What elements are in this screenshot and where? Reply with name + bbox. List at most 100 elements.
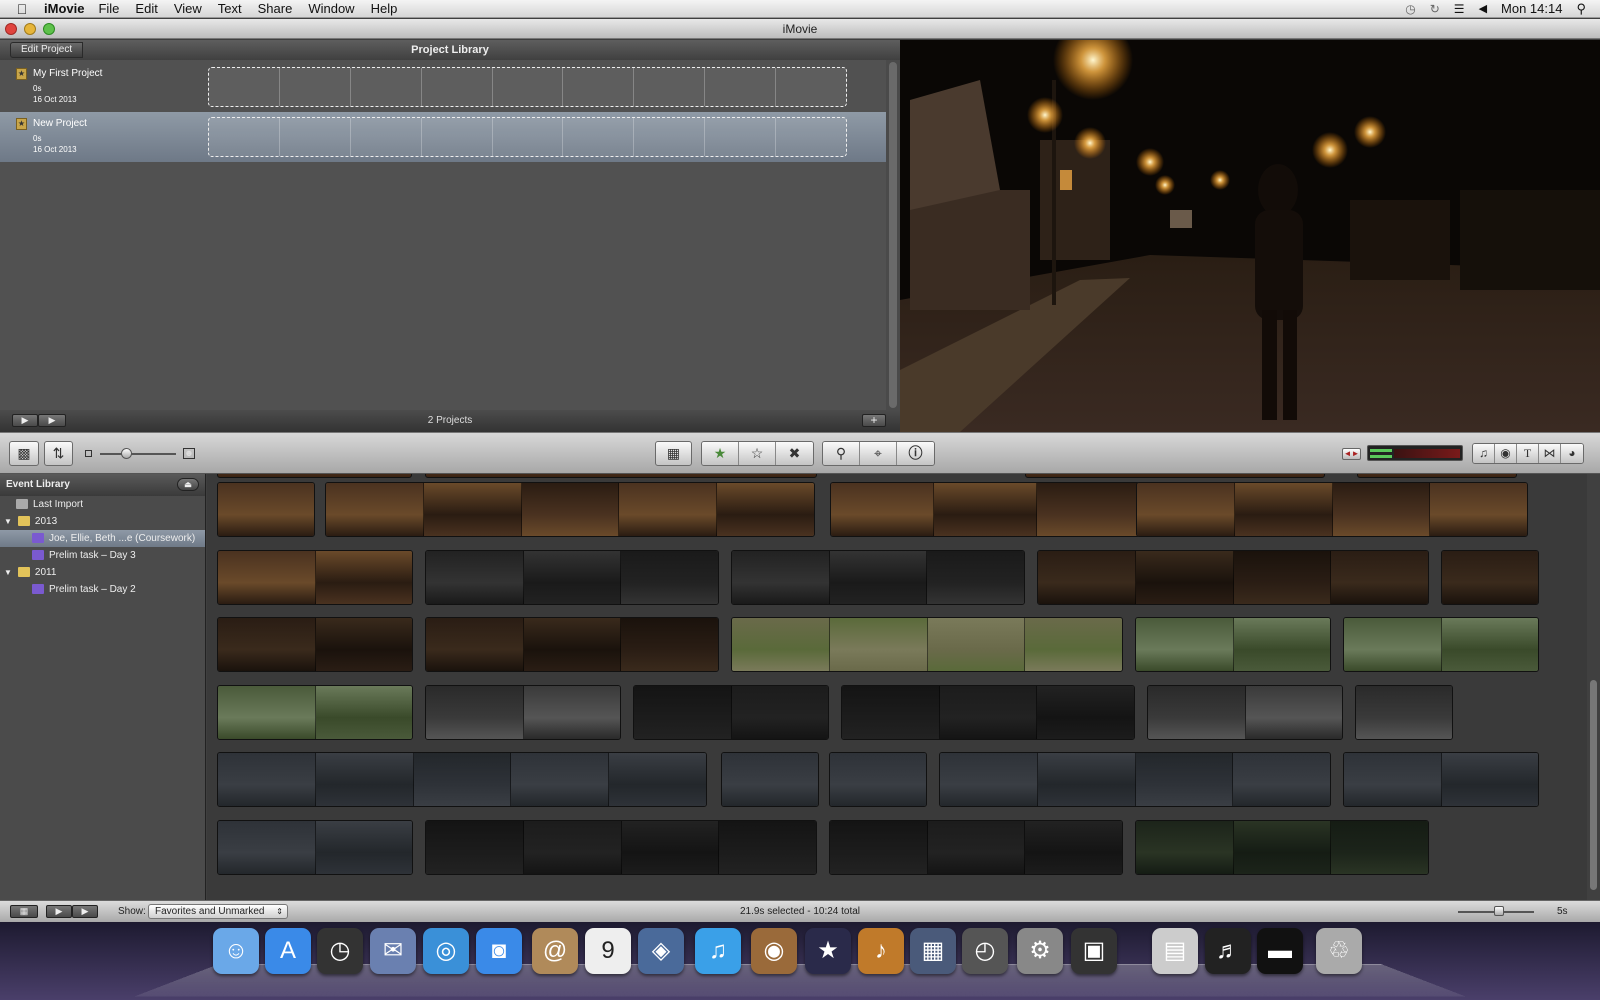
video-clip[interactable] [731, 617, 1123, 672]
play-fullscreen-button[interactable]: ▶ [12, 414, 38, 427]
disclosure-triangle-icon[interactable]: ▼ [4, 517, 12, 526]
video-clip[interactable] [425, 820, 817, 875]
add-project-button[interactable]: + [862, 414, 886, 427]
video-clip[interactable] [1025, 474, 1325, 478]
video-clip[interactable] [1357, 474, 1517, 478]
video-clip[interactable] [1441, 550, 1539, 605]
video-clip[interactable] [633, 685, 829, 740]
event-item-coursework[interactable]: Joe, Ellie, Beth ...e (Coursework) [0, 530, 205, 547]
video-clip[interactable] [425, 685, 621, 740]
menu-view[interactable]: View [174, 1, 202, 16]
iphoto-booth-icon[interactable]: ◈ [638, 928, 684, 974]
title-icon[interactable]: T [1517, 444, 1539, 463]
app-menu[interactable]: iMovie [44, 1, 84, 16]
photo-icon[interactable]: ◉ [1495, 444, 1517, 463]
wifi-icon[interactable]: ☰ [1454, 2, 1465, 16]
minimize-window-icon[interactable] [24, 23, 36, 35]
menu-help[interactable]: Help [371, 1, 398, 16]
menu-window[interactable]: Window [308, 1, 354, 16]
music-folder-icon[interactable]: ♬ [1205, 928, 1251, 974]
video-clip[interactable] [841, 685, 1135, 740]
itunes-icon[interactable]: ♫ [695, 928, 741, 974]
project-row-selected[interactable]: ★ New Project 0s 16 Oct 2013 [0, 112, 886, 162]
transition-icon[interactable]: ⋈ [1539, 444, 1561, 463]
video-clip[interactable] [1355, 685, 1453, 740]
favorite-star-icon[interactable]: ★ [702, 442, 739, 465]
video-clip[interactable] [425, 550, 719, 605]
video-clip[interactable] [425, 474, 817, 478]
project-row[interactable]: ★ My First Project 0s 16 Oct 2013 [0, 62, 886, 112]
info-icon[interactable]: ⓘ [897, 442, 934, 465]
video-clip[interactable] [721, 752, 819, 807]
video-clip[interactable] [1136, 482, 1528, 537]
video-clip[interactable] [217, 820, 413, 875]
play-button[interactable]: ▶ [38, 414, 66, 427]
video-clip[interactable] [217, 474, 412, 478]
address-book-icon[interactable]: @ [532, 928, 578, 974]
sync-status-icon[interactable]: ↻ [1430, 2, 1440, 16]
edit-project-button[interactable]: Edit Project [10, 42, 84, 58]
audio-skim-icon[interactable]: ◄► [1342, 448, 1361, 460]
menu-share[interactable]: Share [258, 1, 293, 16]
event-browser[interactable] [207, 474, 1587, 900]
video-clip[interactable] [1135, 617, 1331, 672]
video-clip[interactable] [830, 482, 1140, 537]
video-clip[interactable] [1343, 617, 1539, 672]
video-clip[interactable] [731, 550, 1025, 605]
photo-booth-icon[interactable]: ◉ [751, 928, 797, 974]
zoom-slider-knob[interactable] [1494, 906, 1504, 916]
event-year-2013[interactable]: ▼ 2013 [0, 513, 205, 530]
clock[interactable]: Mon 14:14 [1501, 1, 1562, 16]
event-scrollbar[interactable] [1587, 474, 1600, 900]
map-icon[interactable]: ◕ [1561, 444, 1583, 463]
play-event-button[interactable]: ▶ [72, 905, 98, 918]
menu-text[interactable]: Text [218, 1, 242, 16]
event-item-last-import[interactable]: Last Import [0, 496, 205, 513]
event-item-prelim-day3[interactable]: Prelim task – Day 3 [0, 547, 205, 564]
video-clip[interactable] [425, 617, 719, 672]
trash-icon[interactable]: ♲ [1316, 928, 1362, 974]
project-scrollbar[interactable] [886, 60, 900, 410]
add-to-project-button[interactable]: ▦ [655, 441, 692, 466]
zoom-window-icon[interactable] [43, 23, 55, 35]
project-empty-filmstrip[interactable] [208, 117, 847, 157]
person-icon[interactable]: ☻ [183, 448, 195, 459]
menu-edit[interactable]: Edit [135, 1, 157, 16]
video-clip[interactable] [325, 482, 815, 537]
show-sidebar-button[interactable]: ▦ [10, 905, 38, 918]
video-viewer[interactable] [900, 40, 1600, 432]
unmark-star-icon[interactable]: ☆ [739, 442, 776, 465]
crop-icon[interactable]: ⌖ [860, 442, 897, 465]
thumbnail-slider-knob[interactable] [121, 448, 132, 459]
time-machine-status-icon[interactable]: ◷ [1405, 2, 1415, 16]
mission-control-icon[interactable]: ▦ [910, 928, 956, 974]
clapper-icon[interactable]: ▣ [1071, 928, 1117, 974]
facetime-icon[interactable]: ◙ [476, 928, 522, 974]
menu-file[interactable]: File [98, 1, 119, 16]
mail-icon[interactable]: ✉ [370, 928, 416, 974]
video-clip[interactable] [1147, 685, 1343, 740]
music-icon[interactable]: ♫ [1473, 444, 1495, 463]
swap-panes-button[interactable]: ⇅ [44, 441, 73, 466]
volume-icon[interactable]: ◀ [1479, 2, 1487, 15]
app-store-icon[interactable]: A [265, 928, 311, 974]
dashboard-icon[interactable]: ◷ [317, 928, 363, 974]
ical-icon[interactable]: 9 [585, 928, 631, 974]
finder-icon[interactable]: ☺ [213, 928, 259, 974]
play-event-fullscreen-button[interactable]: ▶ [46, 905, 72, 918]
video-clip[interactable] [217, 550, 413, 605]
event-year-2011[interactable]: ▼ 2011 [0, 564, 205, 581]
spotlight-icon[interactable]: ⚲ [1576, 1, 1586, 17]
reject-x-icon[interactable]: ✖ [776, 442, 813, 465]
voiceover-mic-icon[interactable]: ⚲ [823, 442, 860, 465]
video-clip[interactable] [829, 820, 1123, 875]
video-clip[interactable] [1343, 752, 1539, 807]
project-empty-filmstrip[interactable] [208, 67, 847, 107]
garageband-icon[interactable]: ♪ [858, 928, 904, 974]
safari-icon[interactable]: ◎ [423, 928, 469, 974]
disclosure-triangle-icon[interactable]: ▼ [4, 568, 12, 577]
video-clip[interactable] [217, 752, 707, 807]
preview-icon[interactable]: ▤ [1152, 928, 1198, 974]
video-clip[interactable] [829, 752, 927, 807]
video-clip[interactable] [217, 685, 413, 740]
